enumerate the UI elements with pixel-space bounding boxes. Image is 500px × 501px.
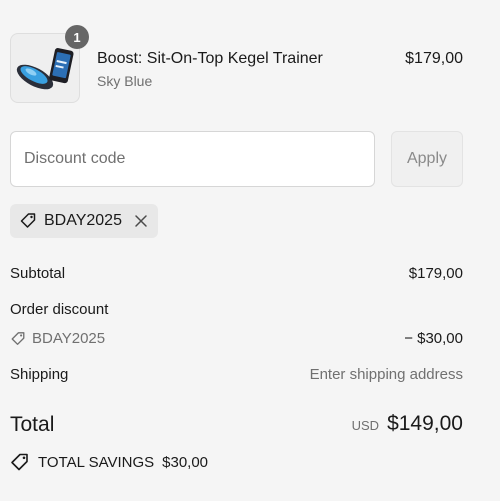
- currency-code: USD: [351, 418, 380, 433]
- shipping-value: Enter shipping address: [309, 366, 463, 383]
- subtotal-value: $179,00: [408, 265, 463, 282]
- apply-discount-button[interactable]: Apply: [391, 131, 463, 187]
- order-discount-value: − $30,00: [404, 330, 463, 347]
- applied-discount-code: BDAY2025: [44, 212, 122, 229]
- total-value-group: USD $149,00: [352, 412, 463, 436]
- discount-code-input[interactable]: [10, 131, 375, 187]
- close-icon: [135, 215, 147, 227]
- quantity-badge: 1: [65, 25, 89, 49]
- subtotal-label: Subtotal: [10, 265, 66, 282]
- tag-icon: [20, 213, 36, 228]
- total-savings-value: $30,00: [162, 453, 209, 471]
- order-discount-code: BDAY2025: [32, 330, 106, 347]
- order-discount-label: Order discount: [10, 301, 109, 318]
- product-name: Boost: Sit-On-Top Kegel Trainer: [97, 50, 323, 67]
- product-price: $179,00: [405, 50, 463, 67]
- savings-tag-icon: [11, 453, 28, 471]
- applied-discount-chip: BDAY2025: [10, 204, 158, 238]
- product-variant: Sky Blue: [97, 73, 153, 89]
- total-amount: $149,00: [387, 412, 463, 435]
- remove-discount-button[interactable]: [133, 213, 149, 229]
- total-savings-label: TOTAL SAVINGS: [38, 453, 155, 471]
- tag-icon: [11, 331, 25, 345]
- shipping-label: Shipping: [10, 366, 69, 383]
- order-discount-code-line: BDAY2025: [10, 330, 105, 347]
- total-label: Total: [10, 413, 55, 436]
- total-savings: TOTAL SAVINGS $30,00: [10, 452, 208, 472]
